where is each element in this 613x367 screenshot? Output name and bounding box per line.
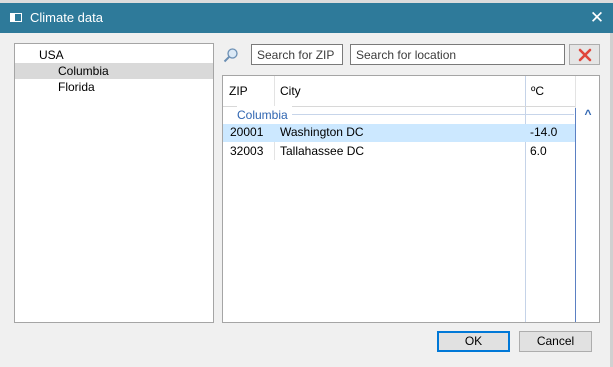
table-row[interactable]: 32003 Tallahassee DC 6.0: [223, 143, 575, 161]
collapse-group-button[interactable]: ^: [581, 106, 595, 122]
tree-node-florida[interactable]: Florida: [58, 79, 95, 95]
location-tree[interactable]: USA Columbia Florida: [14, 43, 214, 323]
city-cell: Tallahassee DC: [280, 144, 365, 158]
table-row[interactable]: 20001 Washington DC -14.0: [223, 124, 575, 142]
location-search-input[interactable]: [350, 44, 565, 65]
column-header-zip[interactable]: ZIP: [223, 76, 274, 106]
climate-grid[interactable]: ZIP City ºC Columbia ^ 20001 Washington …: [222, 75, 600, 323]
cancel-button[interactable]: Cancel: [519, 331, 592, 352]
window-icon: [10, 13, 22, 22]
group-label: Columbia: [237, 106, 292, 124]
city-cell: Washington DC: [280, 125, 364, 139]
tree-node-label: Columbia: [58, 64, 109, 78]
search-icon[interactable]: [223, 47, 239, 63]
close-icon: ✕: [589, 8, 605, 27]
title-bar[interactable]: Climate data ✕: [0, 3, 613, 33]
tree-node-columbia[interactable]: Columbia: [15, 63, 213, 79]
group-rule: [291, 114, 574, 115]
zip-search-input[interactable]: [251, 44, 343, 65]
temperature-cell: -14.0: [530, 125, 558, 139]
clear-icon: [578, 48, 591, 61]
window-title: Climate data: [30, 10, 103, 25]
chevron-up-icon: ^: [584, 107, 592, 121]
tree-node-usa[interactable]: USA: [39, 47, 64, 63]
close-button[interactable]: ✕: [581, 3, 613, 33]
group-indicator-line: [575, 108, 576, 322]
ok-button[interactable]: OK: [437, 331, 510, 352]
column-header-temp[interactable]: ºC: [525, 76, 575, 106]
column-header-city[interactable]: City: [274, 76, 525, 106]
column-divider: [575, 76, 576, 108]
zip-cell: 32003: [230, 144, 264, 158]
temperature-cell: 6.0: [530, 144, 547, 158]
clear-search-button[interactable]: [569, 44, 600, 65]
zip-cell: 20001: [230, 125, 264, 139]
